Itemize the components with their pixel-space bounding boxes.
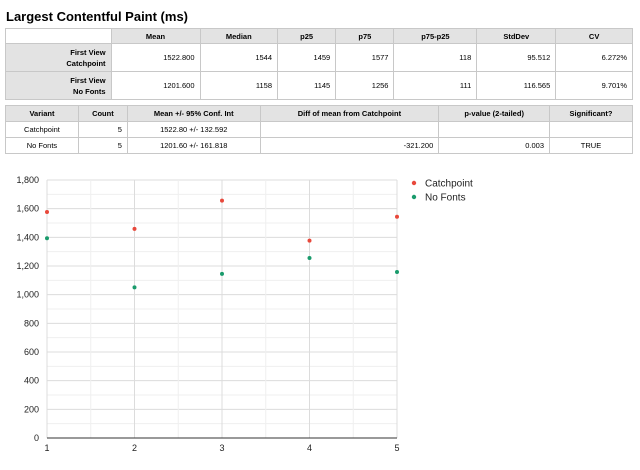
data-point-catchpoint bbox=[45, 209, 49, 214]
data-point-no-fonts bbox=[220, 271, 224, 276]
y-tick-label: 800 bbox=[24, 318, 39, 328]
y-tick-label: 1,400 bbox=[16, 232, 39, 242]
data-point-no-fonts bbox=[395, 270, 399, 275]
legend-marker-no-fonts bbox=[411, 194, 417, 200]
data-point-no-fonts bbox=[45, 236, 49, 241]
scatter-chart: 0 200 400 600 800 1,000 1,200 1,400 1,600 1,800 1 2… bbox=[16, 175, 473, 453]
x-tick-label: 2 bbox=[132, 443, 137, 453]
chart-axes: 0 200 400 600 800 1,000 1,200 1,400 1,600 1,800 1 2… bbox=[16, 175, 399, 453]
y-tick-label: 400 bbox=[24, 376, 39, 386]
legend-marker-catchpoint bbox=[411, 180, 417, 186]
x-tick-label: 3 bbox=[219, 443, 224, 453]
data-point-catchpoint bbox=[132, 226, 137, 231]
data-point-no-fonts bbox=[307, 255, 312, 260]
data-point-catchpoint bbox=[395, 214, 399, 219]
x-tick-label: 4 bbox=[307, 443, 312, 453]
chart-grid bbox=[46, 179, 398, 439]
y-tick-label: 1,800 bbox=[16, 175, 39, 185]
y-tick-label: 0 bbox=[34, 433, 39, 443]
y-tick-label: 1,200 bbox=[16, 261, 39, 271]
x-tick-label: 5 bbox=[394, 443, 399, 453]
y-tick-label: 1,600 bbox=[16, 204, 39, 214]
data-point-catchpoint bbox=[220, 198, 224, 203]
legend-label-catchpoint: Catchpoint bbox=[425, 179, 473, 190]
y-tick-label: 600 bbox=[24, 347, 39, 357]
y-tick-label: 200 bbox=[24, 404, 39, 414]
y-tick-label: 1,000 bbox=[16, 290, 39, 300]
chart-legend: Catchpoint No Fonts bbox=[411, 179, 473, 204]
legend-label-no-fonts: No Fonts bbox=[425, 193, 466, 204]
x-tick-label: 1 bbox=[44, 443, 49, 453]
data-point-no-fonts bbox=[132, 285, 137, 290]
data-point-catchpoint bbox=[307, 238, 312, 243]
